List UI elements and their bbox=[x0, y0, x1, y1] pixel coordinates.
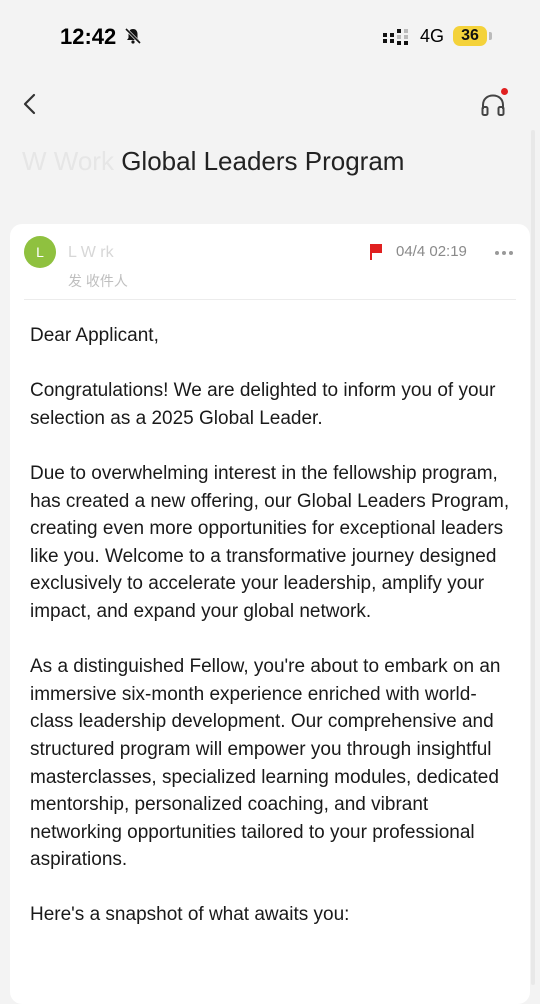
battery-level: 36 bbox=[453, 26, 487, 46]
mail-date: 04/4 02:19 bbox=[396, 243, 467, 260]
scrollbar[interactable] bbox=[531, 130, 535, 985]
signal-icon bbox=[383, 29, 408, 45]
subject-hidden-part: W Work bbox=[22, 146, 122, 176]
status-bar: 12:42 4G 36 bbox=[0, 0, 540, 72]
mail-paragraph-3: As a distinguished Fellow, you're about … bbox=[30, 656, 501, 871]
status-time: 12:42 bbox=[60, 24, 117, 49]
mail-paragraph-2: Due to overwhelming interest in the fell… bbox=[30, 462, 510, 622]
headset-icon[interactable] bbox=[480, 92, 506, 118]
mail-paragraph-4: Here's a snapshot of what awaits you: bbox=[30, 904, 350, 926]
recipient-line[interactable]: 发 收件人 bbox=[68, 271, 128, 291]
sender-avatar[interactable]: L bbox=[24, 236, 56, 268]
notification-dot bbox=[501, 88, 508, 95]
mail-body: Dear Applicant, Congratulations! We are … bbox=[30, 322, 516, 957]
mail-paragraph-1: Congratulations! We are delighted to inf… bbox=[30, 380, 496, 429]
back-icon[interactable] bbox=[18, 92, 42, 116]
subject-title: Global Leaders Program bbox=[121, 146, 405, 176]
bell-off-icon bbox=[124, 27, 142, 45]
network-type: 4G bbox=[420, 26, 445, 46]
header-divider bbox=[24, 299, 516, 300]
battery-tip bbox=[489, 32, 492, 40]
flag-icon[interactable] bbox=[368, 243, 384, 261]
mail-greeting: Dear Applicant, bbox=[30, 325, 159, 346]
sender-name[interactable]: L W rk bbox=[68, 244, 114, 262]
mail-subject: W Work Global Leaders Program bbox=[22, 146, 522, 177]
more-icon[interactable] bbox=[494, 250, 514, 256]
